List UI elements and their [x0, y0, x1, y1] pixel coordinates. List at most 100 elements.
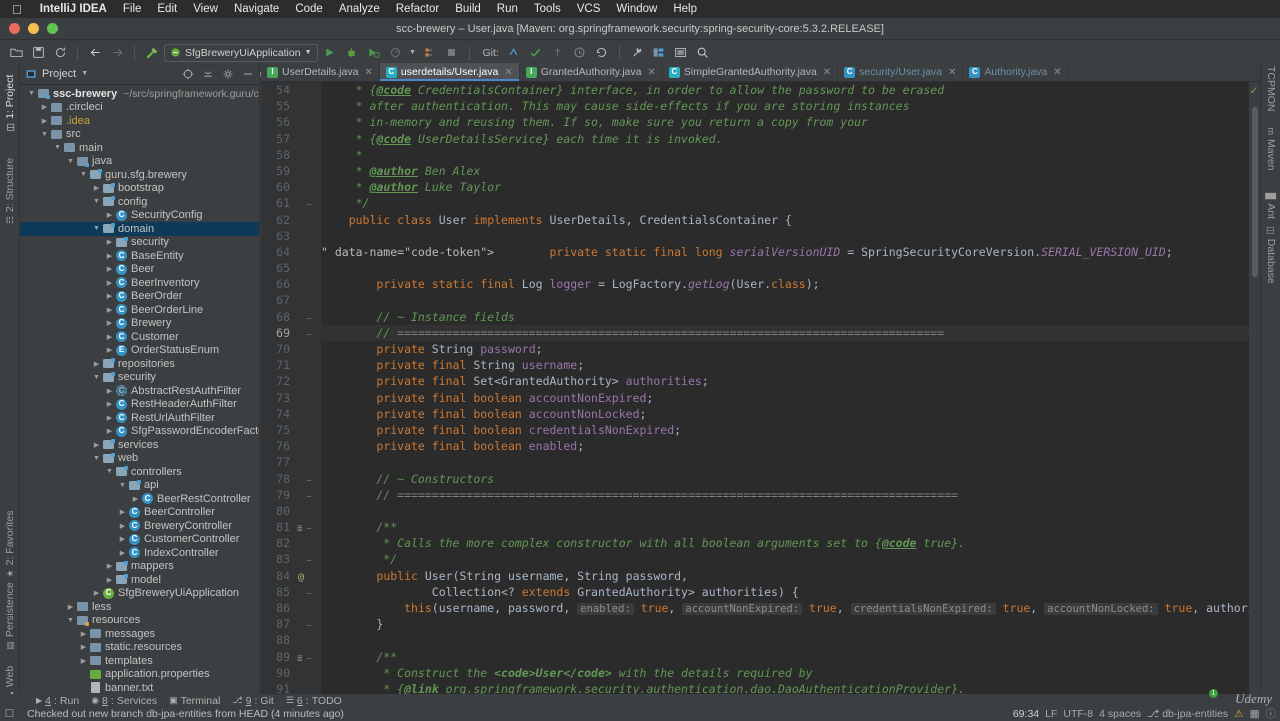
code-line[interactable]: public User(String username, String pass… [321, 568, 1260, 584]
gutter-markers[interactable] [295, 212, 321, 228]
gutter-markers[interactable] [295, 276, 321, 292]
tool-tab-web[interactable]: ☁ Web [4, 666, 16, 694]
tool-tab-favorites[interactable]: ★ 2: Favorites [4, 511, 16, 578]
tree-node[interactable]: ▶static.resources [20, 641, 259, 655]
chevron-down-icon[interactable]: ▼ [52, 144, 63, 151]
chevron-right-icon[interactable]: ▶ [39, 117, 50, 125]
chevron-down-icon[interactable]: ▼ [91, 225, 102, 232]
code-line[interactable]: public class User implements UserDetails… [321, 212, 1260, 228]
gutter-markers[interactable] [295, 503, 321, 519]
editor-tab[interactable]: IUserDetails.java✕ [261, 63, 380, 81]
code-line[interactable]: */ [321, 551, 1260, 567]
tool-tab-project[interactable]: ◫ 1: Project [4, 75, 16, 132]
gutter-markers[interactable]: ⚊ [295, 551, 321, 567]
gutter-markers[interactable] [295, 665, 321, 681]
code-line[interactable] [321, 454, 1260, 470]
gutter-markers[interactable]: ⚊ [295, 487, 321, 503]
chevron-right-icon[interactable]: ▶ [117, 549, 128, 557]
minimize-window-button[interactable] [28, 23, 39, 34]
code-line[interactable]: private final boolean accountNonExpired; [321, 390, 1260, 406]
gutter-markers[interactable] [295, 114, 321, 130]
code-line[interactable]: // ~ Instance fields [321, 309, 1260, 325]
code-fold-icon[interactable]: ⚊ [305, 555, 313, 563]
tree-node[interactable]: application.properties [20, 668, 259, 682]
gutter-markers[interactable]: ⚊ [295, 616, 321, 632]
gutter-markers[interactable] [295, 244, 321, 260]
gutter-markers[interactable] [295, 422, 321, 438]
code-line[interactable] [321, 503, 1260, 519]
gutter-markers[interactable] [295, 681, 321, 694]
editor-scrollbar[interactable]: ✓ [1249, 82, 1260, 694]
line-separator[interactable]: LF [1045, 708, 1057, 720]
bottom-tab-run[interactable]: ▶ 4: Run [36, 695, 79, 707]
collapse-all-icon[interactable] [200, 66, 215, 81]
menu-item-refactor[interactable]: Refactor [388, 0, 447, 18]
code-fold-icon[interactable]: ⚊ [305, 653, 313, 661]
tree-node[interactable]: ▼guru.sfg.brewery [20, 168, 259, 182]
tree-node[interactable]: ▶.circleci [20, 101, 259, 115]
tree-node[interactable]: ▼main [20, 141, 259, 155]
menu-item-edit[interactable]: Edit [149, 0, 185, 18]
tree-node[interactable]: ▼java [20, 155, 259, 169]
gutter-markers[interactable] [295, 406, 321, 422]
code-line[interactable]: Collection<? extends GrantedAuthority> a… [321, 584, 1260, 600]
maximize-window-button[interactable] [47, 23, 58, 34]
code-line[interactable] [321, 292, 1260, 308]
chevron-right-icon[interactable]: ▶ [104, 562, 115, 570]
menu-item-analyze[interactable]: Analyze [331, 0, 388, 18]
code-fold-icon[interactable]: ⚊ [305, 329, 313, 337]
code-line[interactable]: * {@code UserDetailsService} each time i… [321, 131, 1260, 147]
chevron-right-icon[interactable]: ▶ [91, 360, 102, 368]
chevron-down-icon[interactable]: ▼ [104, 468, 115, 475]
tree-node[interactable]: ▶.idea [20, 114, 259, 128]
gutter-markers[interactable] [295, 292, 321, 308]
tree-node[interactable]: ▶CRestHeaderAuthFilter [20, 398, 259, 412]
tool-tab-maven[interactable]: m Maven [1265, 127, 1277, 170]
gutter-markers[interactable] [295, 179, 321, 195]
run-with-coverage-icon[interactable] [364, 43, 384, 63]
help-icon[interactable]: ⓘ [1266, 706, 1277, 721]
tree-node[interactable]: ▶CIndexController [20, 546, 259, 560]
chevron-right-icon[interactable]: ▶ [91, 184, 102, 192]
tree-node[interactable]: ▶bootstrap [20, 182, 259, 196]
close-tab-icon[interactable]: ✕ [1053, 67, 1061, 78]
preview-icon[interactable] [671, 43, 691, 63]
chevron-right-icon[interactable]: ▶ [104, 319, 115, 327]
tree-node[interactable]: ▶messages [20, 627, 259, 641]
gutter-markers[interactable] [295, 98, 321, 114]
notifications-icon[interactable]: ⚠ [1234, 708, 1243, 720]
code-line[interactable] [321, 260, 1260, 276]
gutter-markers[interactable]: ⚊ [295, 471, 321, 487]
tree-node[interactable]: ▼domain [20, 222, 259, 236]
code-fold-icon[interactable]: ⚊ [305, 491, 313, 499]
code-line[interactable]: // ~ Constructors [321, 471, 1260, 487]
tree-node[interactable]: ▶CBeerOrderLine [20, 303, 259, 317]
tree-node[interactable]: ▶CCustomerController [20, 533, 259, 547]
gutter-markers[interactable] [295, 454, 321, 470]
hide-panel-icon[interactable] [240, 66, 255, 81]
code-line[interactable]: private final boolean accountNonLocked; [321, 406, 1260, 422]
gutter-markers[interactable] [295, 632, 321, 648]
editor-tab[interactable]: CSimpleGrantedAuthority.java✕ [663, 63, 838, 81]
code-line[interactable]: private final Set<GrantedAuthority> auth… [321, 373, 1260, 389]
tool-tab-persistence[interactable]: ▤ Persistence [4, 582, 16, 649]
editor-tab-bar[interactable]: IUserDetails.java✕Cuserdetails/User.java… [261, 63, 1260, 82]
update-project-icon[interactable] [504, 43, 524, 63]
gutter-markers[interactable] [295, 373, 321, 389]
tool-tab-tcpmon[interactable]: ✻ TCPMON [1265, 63, 1277, 112]
code-line[interactable]: * @author Ben Alex [321, 163, 1260, 179]
tree-node[interactable]: ▶mappers [20, 560, 259, 574]
tree-node[interactable]: ▶CAbstractRestAuthFilter [20, 384, 259, 398]
gutter-markers[interactable] [295, 82, 321, 98]
code-line[interactable]: private final boolean credentialsNonExpi… [321, 422, 1260, 438]
tree-node[interactable]: ▼src [20, 128, 259, 142]
chevron-right-icon[interactable]: ▶ [104, 265, 115, 273]
code-fold-icon[interactable]: ⚊ [305, 588, 313, 596]
project-tree[interactable]: ▼ssc-brewery~/src/springframework.guru/c… [20, 85, 259, 694]
file-encoding[interactable]: UTF-8 [1063, 708, 1093, 720]
gutter-markers[interactable] [295, 163, 321, 179]
close-tab-icon[interactable]: ✕ [647, 67, 655, 78]
close-tab-icon[interactable]: ✕ [504, 67, 512, 78]
tree-node[interactable]: banner.txt [20, 681, 259, 694]
menu-item-build[interactable]: Build [447, 0, 489, 18]
